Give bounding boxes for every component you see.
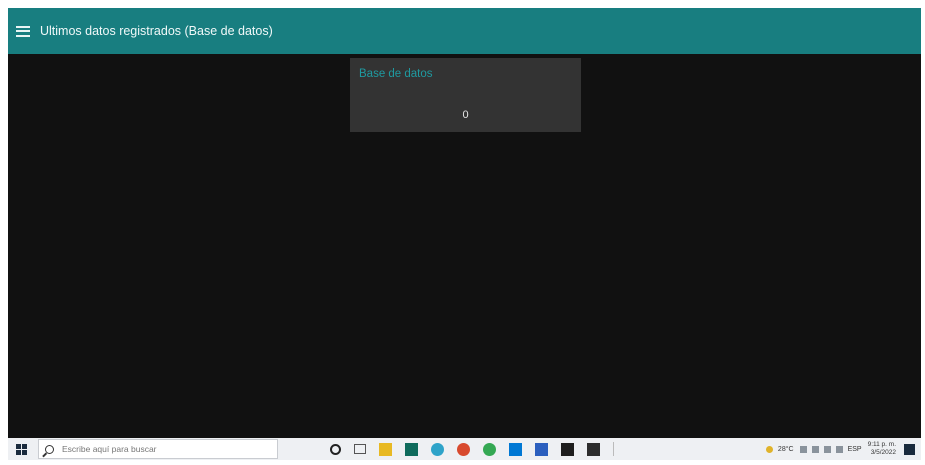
notification-icon[interactable] [904,443,915,455]
taskbar-apps [330,442,624,456]
chevron-up-icon[interactable] [799,445,807,453]
taskbar-search-box[interactable]: Escribe aquí para buscar [38,439,278,459]
app-bar: Ultimos datos registrados (Base de datos… [8,8,921,54]
task-view-icon[interactable] [354,444,366,454]
cortana-icon[interactable] [330,443,341,455]
chrome-icon[interactable] [483,442,496,456]
taskbar-divider [613,442,614,456]
database-card: Base de datos 0 [350,58,581,132]
card-title: Base de datos [359,68,433,80]
app-icon[interactable] [457,442,470,456]
battery-icon[interactable] [823,445,831,453]
store-icon[interactable] [509,442,522,456]
language-indicator[interactable]: ESP [848,446,862,453]
search-placeholder: Escribe aquí para buscar [62,444,157,454]
clock-time: 9:11 p. m. [867,441,896,448]
calculator-icon[interactable] [405,442,418,456]
terminal-icon-2[interactable] [587,442,600,456]
file-explorer-icon[interactable] [379,442,392,456]
edge-icon[interactable] [431,442,444,456]
terminal-icon[interactable] [561,442,574,456]
page-title: Ultimos datos registrados (Base de datos… [40,24,273,38]
weather-temp[interactable]: 28°C [778,446,794,453]
windows-start-icon[interactable] [12,440,30,458]
search-icon [45,444,54,454]
main-content: Base de datos 0 [8,54,921,438]
hamburger-menu-icon[interactable] [16,25,30,37]
clock[interactable]: 9:11 p. m. 3/5/2022 [868,441,896,457]
clock-date: 3/5/2022 [870,449,896,456]
word-icon[interactable] [535,442,548,456]
app-window: Ultimos datos registrados (Base de datos… [8,8,921,460]
network-icon[interactable] [811,445,819,453]
system-tray: 28°C ESP 9:11 p. m. 3/5/2022 [765,441,921,457]
weather-icon[interactable] [765,445,773,453]
card-value: 0 [462,109,469,121]
volume-icon[interactable] [835,445,843,453]
taskbar: Escribe aquí para buscar 28°C ESP 9:11 p… [8,438,921,460]
